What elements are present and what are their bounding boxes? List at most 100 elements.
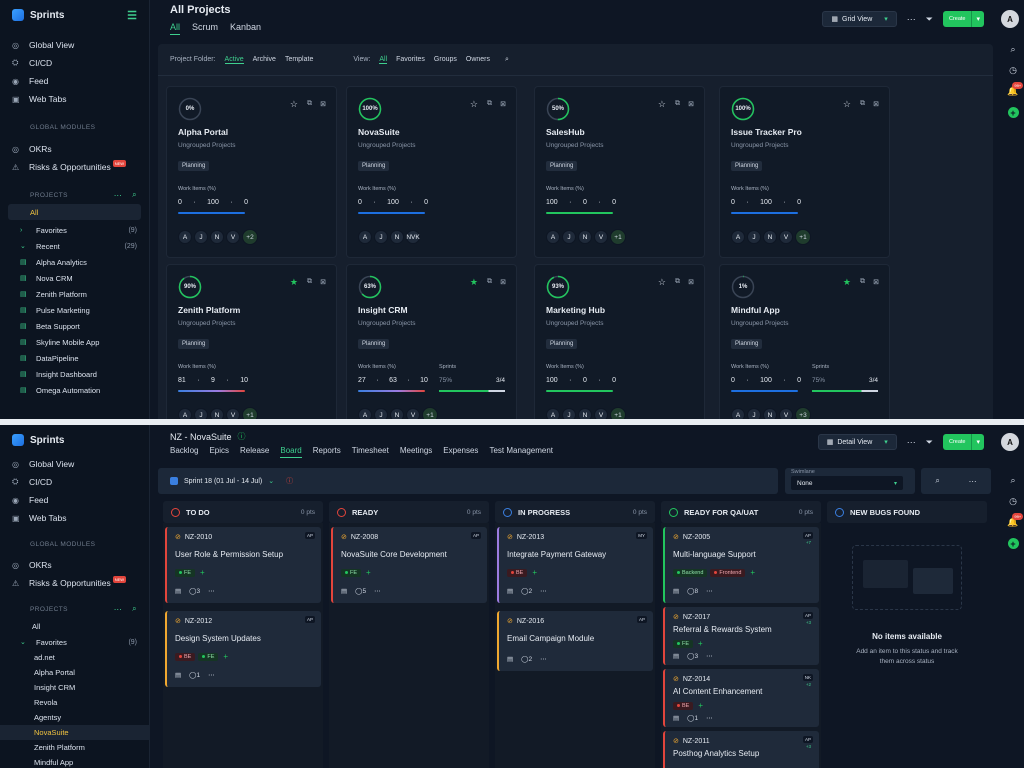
assignee-badge[interactable]: AP — [636, 616, 647, 623]
assignee-badge[interactable]: AP — [802, 612, 813, 619]
ticket-title[interactable]: Email Campaign Module — [507, 634, 594, 643]
ticket-title[interactable]: NovaSuite Core Development — [341, 550, 447, 559]
projects-all[interactable]: All — [0, 618, 149, 634]
more-members[interactable]: +1 — [242, 407, 258, 419]
project-item[interactable]: ▤ Skyline Mobile App — [0, 334, 149, 350]
more-options-icon[interactable]: ⋯ — [706, 714, 713, 722]
label-tag[interactable]: BE — [673, 701, 694, 710]
ticket-title[interactable]: Posthog Analytics Setup — [673, 749, 759, 758]
search-icon[interactable]: ⌕ — [132, 190, 137, 200]
add-label-icon[interactable]: + — [364, 568, 373, 577]
ticket-card[interactable]: ⊘ NZ-2014 NK +2 AI Content Enhancement BE + ▤ ◯1… — [663, 669, 819, 727]
project-item[interactable]: ▤ DataPipeline — [0, 350, 149, 366]
add-label-icon[interactable]: + — [696, 701, 705, 710]
project-card[interactable]: 100% ☆ ⧉ ⊠ NovaSuite Ungrouped Projects Planni… — [346, 86, 517, 258]
nav-risks[interactable]: ⚠ Risks & Opportunities NEW — [0, 158, 149, 176]
label-tag[interactable]: BE — [175, 652, 196, 661]
close-icon[interactable]: ⊠ — [873, 278, 879, 286]
close-icon[interactable]: ⊠ — [500, 278, 506, 286]
favorite-star-icon[interactable]: ☆ — [658, 99, 666, 110]
more-options-icon[interactable]: ⋯ — [907, 437, 916, 448]
member-avatar[interactable]: J — [747, 408, 761, 419]
more-options-icon[interactable]: ⋯ — [374, 587, 381, 595]
brand[interactable]: Sprints — [0, 425, 149, 455]
ticket-id-text[interactable]: NZ-2016 — [517, 618, 544, 625]
member-avatar[interactable]: A — [546, 230, 560, 244]
view-switcher[interactable]: ▦ Detail View ▾ — [817, 434, 897, 450]
more-options-icon[interactable]: ⋯ — [208, 671, 215, 679]
ticket-card[interactable]: ⊘ NZ-2010 AP User Role & Permission Setup FE… — [165, 527, 321, 603]
favorite-project-item[interactable]: Insight CRM — [0, 680, 149, 695]
bell-icon[interactable]: 🔔 99+ — [1007, 82, 1024, 97]
ticket-id-text[interactable]: NZ-2012 — [185, 618, 212, 625]
recent-group[interactable]: ⌄ Recent (29) — [0, 238, 149, 254]
favorite-star-icon[interactable]: ☆ — [470, 99, 478, 110]
project-item[interactable]: ▤ Beta Support — [0, 318, 149, 334]
member-avatar[interactable]: V — [226, 408, 240, 419]
member-avatar[interactable]: J — [562, 408, 576, 419]
swimlane-select[interactable]: Swimlane None ▾ — [785, 468, 915, 494]
folder-archive[interactable]: Archive — [253, 56, 276, 63]
tab-meetings[interactable]: Meetings — [400, 446, 432, 458]
column-header[interactable]: READY FOR QA/UAT 0 pts — [661, 501, 821, 523]
timer-icon[interactable]: ◷ — [1009, 496, 1017, 507]
close-icon[interactable]: ⊠ — [688, 278, 694, 286]
timer-icon[interactable]: ◷ — [1009, 65, 1017, 76]
add-label-icon[interactable]: + — [530, 568, 539, 577]
nav-global-view[interactable]: ◎ Global View — [0, 455, 149, 473]
label-tag[interactable]: Backend — [673, 568, 708, 577]
avatar[interactable]: A — [1001, 433, 1019, 451]
ticket-title[interactable]: AI Content Enhancement — [673, 687, 762, 696]
project-card[interactable]: 93% ☆ ⧉ ⊠ Marketing Hub Ungrouped Projects Pla… — [534, 264, 705, 419]
copy-icon[interactable]: ⧉ — [675, 278, 680, 286]
nav-web-tabs[interactable]: ▣ Web Tabs — [0, 90, 149, 108]
tab-kanban[interactable]: Kanban — [230, 22, 261, 35]
view-owners[interactable]: Owners — [466, 56, 490, 63]
favorite-project-item[interactable]: Agentsy — [0, 710, 149, 725]
favorite-star-icon[interactable]: ★ — [470, 277, 478, 288]
favorite-project-item[interactable]: Zenith Platform — [0, 740, 149, 755]
close-icon[interactable]: ⊠ — [873, 100, 879, 108]
favorite-project-item[interactable]: Revola — [0, 695, 149, 710]
member-avatar[interactable]: A — [358, 230, 372, 244]
search-icon[interactable]: ⌕ — [505, 56, 509, 64]
favorite-project-item[interactable]: Mindful App — [0, 755, 149, 768]
label-tag[interactable]: Frontend — [710, 568, 746, 577]
project-card[interactable]: 100% ☆ ⧉ ⊠ Issue Tracker Pro Ungrouped Projec… — [719, 86, 890, 258]
copy-icon[interactable]: ⧉ — [675, 100, 680, 108]
ticket-card[interactable]: ⊘ NZ-2012 AP Design System Updates BE FE + ▤ ◯1 ⋯ — [165, 611, 321, 687]
project-name[interactable]: Issue Tracker Pro — [731, 127, 802, 137]
column-header[interactable]: NEW BUGS FOUND — [827, 501, 987, 523]
member-avatar[interactable]: N — [210, 230, 224, 244]
label-tag[interactable]: FE — [198, 652, 219, 661]
filter-icon[interactable]: ⏷ — [926, 14, 933, 25]
member-avatar[interactable]: J — [374, 230, 388, 244]
favorite-star-icon[interactable]: ☆ — [843, 99, 851, 110]
favorite-project-item[interactable]: NovaSuite — [0, 725, 149, 740]
project-item[interactable]: ▤ Zenith Platform — [0, 286, 149, 302]
tab-test-management[interactable]: Test Management — [489, 446, 553, 458]
project-item[interactable]: ▤ Insight Dashboard — [0, 366, 149, 382]
folder-active[interactable]: Active — [224, 56, 244, 64]
label-tag[interactable]: BE — [507, 568, 528, 577]
tab-release[interactable]: Release — [240, 446, 269, 458]
ticket-title[interactable]: Multi-language Support — [673, 550, 756, 559]
assignee-badge[interactable]: NK — [802, 674, 813, 681]
favorites-group[interactable]: ⌄ Favorites (9) — [0, 634, 149, 650]
copy-icon[interactable]: ⧉ — [307, 278, 312, 286]
member-avatar[interactable]: N — [578, 408, 592, 419]
project-item[interactable]: ▤ Nova CRM — [0, 270, 149, 286]
ticket-card[interactable]: ⊘ NZ-2016 AP Email Campaign Module ▤ ◯2 ⋯ — [497, 611, 653, 671]
chevron-down-icon[interactable]: ▾ — [971, 434, 984, 450]
column-header[interactable]: TO DO 0 pts — [163, 501, 323, 523]
copy-icon[interactable]: ⧉ — [860, 100, 865, 108]
more-options-icon[interactable]: ⋯ — [540, 587, 547, 595]
add-label-icon[interactable]: + — [198, 568, 207, 577]
tab-all[interactable]: All — [170, 22, 181, 35]
ticket-id-text[interactable]: NZ-2010 — [185, 534, 212, 541]
nav-feed[interactable]: ◉ Feed — [0, 72, 149, 90]
brand[interactable]: Sprints ☰ — [0, 0, 149, 30]
collapse-menu-icon[interactable]: ☰ — [127, 9, 137, 22]
label-tag[interactable]: FE — [673, 639, 694, 648]
project-item[interactable]: ▤ Alpha Analytics — [0, 254, 149, 270]
